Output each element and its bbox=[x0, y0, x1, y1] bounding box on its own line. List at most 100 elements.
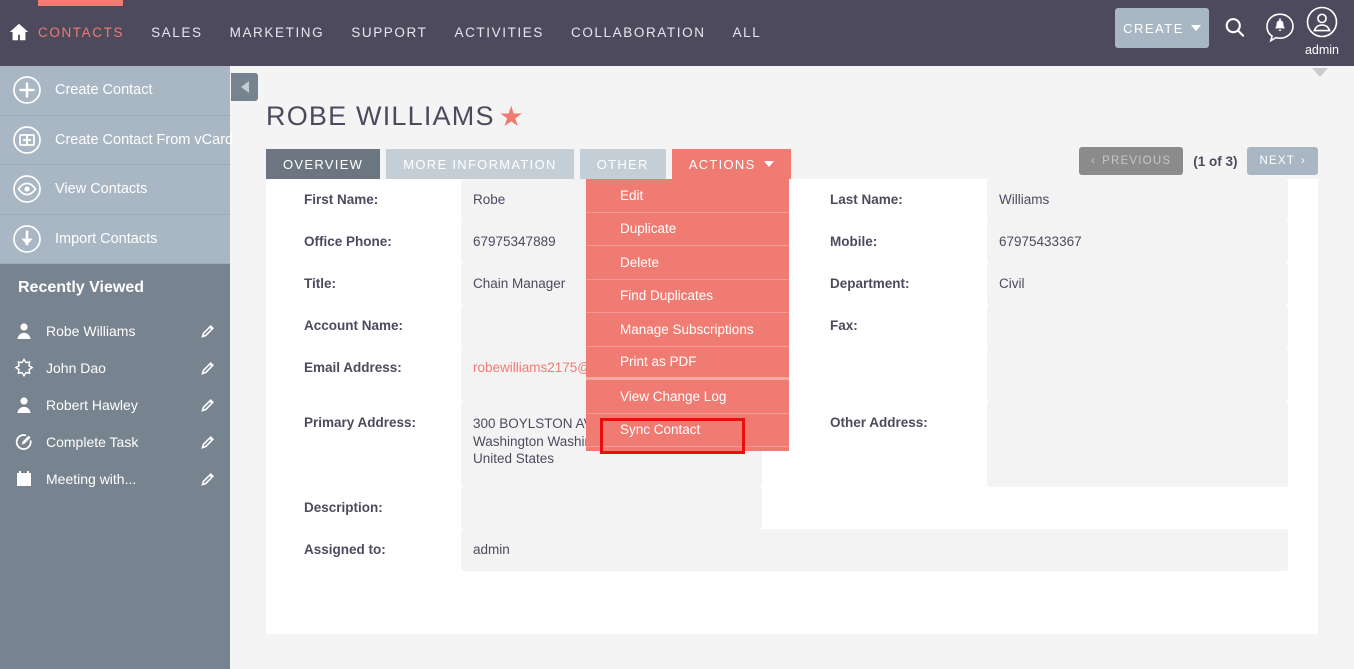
menu-item-edit[interactable]: Edit bbox=[586, 179, 789, 213]
contact-detail-card: First Name: Robe Last Name: Williams Off… bbox=[266, 179, 1318, 634]
tab-more-information[interactable]: MORE INFORMATION bbox=[386, 149, 574, 179]
star-burst-icon bbox=[14, 357, 34, 378]
menu-item-view-change-log[interactable]: View Change Log bbox=[586, 380, 789, 414]
vcard-plus-icon bbox=[12, 125, 42, 155]
search-icon[interactable] bbox=[1221, 14, 1249, 42]
sidebar-item-label: View Contacts bbox=[55, 181, 148, 198]
field-row: Account Name: Fax: bbox=[266, 305, 1318, 347]
actions-dropdown-menu: Edit Duplicate Delete Find Duplicates Ma… bbox=[586, 179, 789, 454]
pencil-icon[interactable] bbox=[200, 323, 216, 339]
field-row: First Name: Robe Last Name: Williams bbox=[266, 179, 1318, 221]
field-row: Title: Chain Manager Department: Civil bbox=[266, 263, 1318, 305]
field-row: Office Phone: 67975347889 Mobile: 679754… bbox=[266, 221, 1318, 263]
spacer-value bbox=[987, 487, 1288, 529]
main-content: ROBE WILLIAMS ★ OVERVIEW MORE INFORMATIO… bbox=[230, 66, 1354, 669]
first-name-label: First Name: bbox=[304, 192, 379, 207]
sidebar-item-import-contacts[interactable]: Import Contacts bbox=[0, 214, 230, 264]
calendar-icon bbox=[14, 469, 34, 489]
next-button[interactable]: NEXT › bbox=[1247, 147, 1318, 175]
record-pagination: ‹ PREVIOUS (1 of 3) NEXT › bbox=[1079, 147, 1318, 175]
list-item-label: Complete Task bbox=[46, 433, 139, 450]
nav-link-activities[interactable]: ACTIVITIES bbox=[454, 20, 561, 46]
tab-overview[interactable]: OVERVIEW bbox=[266, 149, 381, 179]
active-tab-accent-strip bbox=[38, 0, 123, 6]
recently-viewed-header: Recently Viewed bbox=[0, 264, 230, 312]
mobile-value[interactable]: 67975433367 bbox=[987, 221, 1288, 263]
notification-bell-icon[interactable] bbox=[1264, 12, 1296, 44]
field-row: Description: bbox=[266, 487, 1318, 529]
menu-item-print-as-pdf[interactable]: Print as PDF bbox=[586, 347, 789, 380]
avatar-username: admin bbox=[1304, 43, 1340, 57]
assigned-to-value[interactable]: admin bbox=[461, 529, 1288, 571]
record-tab-bar: OVERVIEW MORE INFORMATION OTHER ACTIONS bbox=[266, 149, 791, 179]
department-value[interactable]: Civil bbox=[987, 263, 1288, 305]
tab-other[interactable]: OTHER bbox=[579, 149, 666, 179]
avatar[interactable]: admin bbox=[1298, 6, 1346, 57]
chevron-down-icon bbox=[763, 161, 774, 167]
create-button-label: CREATE bbox=[1123, 20, 1184, 36]
last-name-value[interactable]: Williams bbox=[987, 179, 1288, 221]
pencil-icon[interactable] bbox=[200, 397, 216, 413]
sidebar-item-create-contact-from-vcard[interactable]: Create Contact From vCard bbox=[0, 115, 233, 165]
person-icon bbox=[14, 395, 34, 415]
sidebar-item-label: Import Contacts bbox=[55, 230, 158, 247]
fax-value[interactable] bbox=[987, 305, 1288, 347]
list-item-label: Robert Hawley bbox=[46, 396, 138, 413]
last-name-label: Last Name: bbox=[830, 192, 903, 207]
chevron-down-icon bbox=[1190, 25, 1201, 31]
left-sidebar: Create Contact Create Contact From vCard… bbox=[0, 66, 233, 669]
other-address-label: Other Address: bbox=[830, 415, 928, 430]
sidebar-item-create-contact[interactable]: Create Contact bbox=[0, 66, 230, 116]
list-item-label: John Dao bbox=[46, 359, 106, 376]
page-title-text: ROBE WILLIAMS bbox=[266, 101, 495, 131]
tab-actions-label: ACTIONS bbox=[688, 156, 756, 172]
nav-link-support[interactable]: SUPPORT bbox=[351, 20, 444, 46]
task-check-icon bbox=[14, 432, 34, 452]
home-icon[interactable] bbox=[8, 21, 30, 43]
pagination-count: (1 of 3) bbox=[1193, 153, 1238, 169]
menu-item-sync-contact[interactable]: Sync Contact bbox=[586, 414, 789, 447]
plus-circle-icon bbox=[12, 75, 42, 105]
menu-item-delete[interactable]: Delete bbox=[586, 246, 789, 280]
nav-link-collaboration[interactable]: COLLABORATION bbox=[571, 20, 723, 46]
spacer-label bbox=[792, 347, 987, 402]
primary-address-label: Primary Address: bbox=[304, 415, 417, 430]
page-title: ROBE WILLIAMS ★ bbox=[266, 101, 525, 132]
menu-item-manage-subscriptions[interactable]: Manage Subscriptions bbox=[586, 313, 789, 347]
download-arrow-icon bbox=[12, 224, 42, 254]
list-item[interactable]: Complete Task bbox=[0, 423, 230, 460]
email-address-label: Email Address: bbox=[304, 360, 402, 375]
nav-link-all[interactable]: ALL bbox=[733, 20, 779, 46]
eye-icon bbox=[12, 174, 42, 204]
list-item[interactable]: Robe Williams bbox=[0, 312, 230, 349]
spacer-label bbox=[792, 487, 987, 529]
mobile-label: Mobile: bbox=[830, 234, 878, 249]
pencil-icon[interactable] bbox=[200, 434, 216, 450]
main-nav-links: CONTACTS SALES MARKETING SUPPORT ACTIVIT… bbox=[38, 20, 788, 46]
previous-button[interactable]: ‹ PREVIOUS bbox=[1079, 147, 1184, 175]
next-button-label: NEXT bbox=[1259, 155, 1295, 167]
sidebar-item-view-contacts[interactable]: View Contacts bbox=[0, 165, 230, 215]
create-button[interactable]: CREATE bbox=[1115, 8, 1209, 48]
department-label: Department: bbox=[830, 276, 910, 291]
pencil-icon[interactable] bbox=[200, 360, 216, 376]
collapse-left-arrow-icon[interactable] bbox=[231, 73, 258, 101]
nav-link-contacts[interactable]: CONTACTS bbox=[38, 20, 141, 46]
chevron-right-icon: › bbox=[1300, 155, 1306, 167]
assigned-to-label: Assigned to: bbox=[304, 542, 386, 557]
person-icon bbox=[14, 321, 34, 341]
tab-actions[interactable]: ACTIONS bbox=[671, 149, 791, 179]
chevron-down-icon[interactable] bbox=[1312, 68, 1328, 77]
nav-link-sales[interactable]: SALES bbox=[151, 20, 220, 46]
description-value[interactable] bbox=[461, 487, 762, 529]
menu-item-find-duplicates[interactable]: Find Duplicates bbox=[586, 280, 789, 313]
list-item[interactable]: John Dao bbox=[0, 349, 230, 386]
list-item[interactable]: Robert Hawley bbox=[0, 386, 230, 423]
user-avatar-icon bbox=[1306, 6, 1338, 38]
nav-link-marketing[interactable]: MARKETING bbox=[230, 20, 342, 46]
list-item[interactable]: Meeting with... bbox=[0, 460, 230, 497]
star-icon[interactable]: ★ bbox=[499, 102, 525, 130]
pencil-icon[interactable] bbox=[200, 471, 216, 487]
menu-item-duplicate[interactable]: Duplicate bbox=[586, 213, 789, 246]
other-address-value[interactable] bbox=[987, 402, 1288, 487]
